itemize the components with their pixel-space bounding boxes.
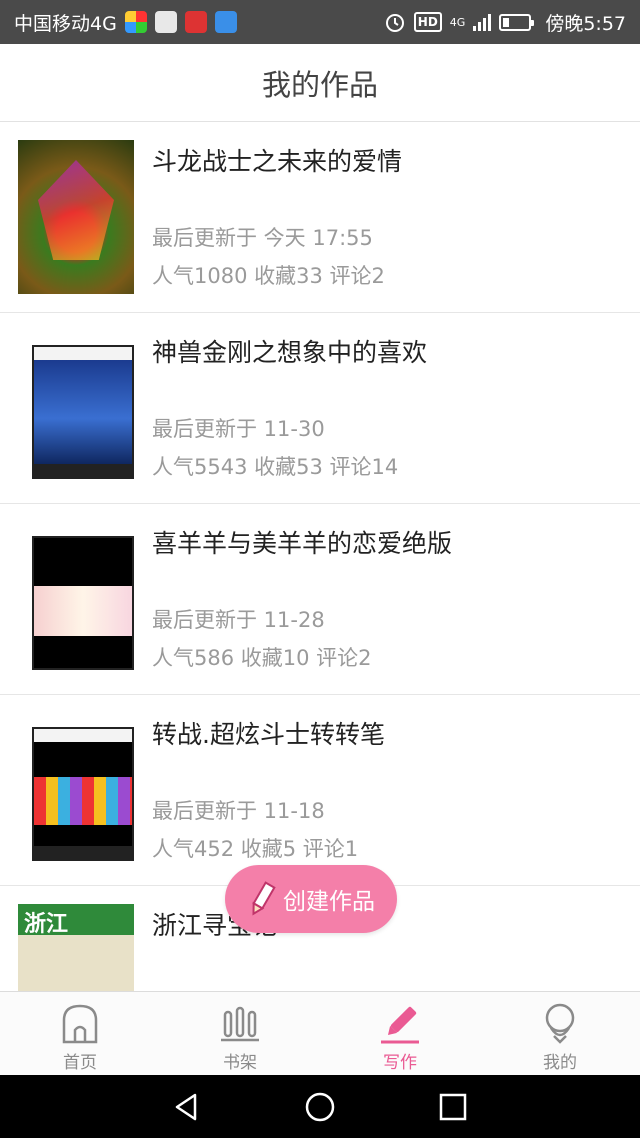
profile-icon xyxy=(538,1000,582,1046)
work-cover xyxy=(18,331,134,485)
work-updated: 最后更新于 今天 17:55 xyxy=(152,226,373,250)
work-item[interactable]: 神兽金刚之想象中的喜欢 最后更新于 11-30 人气5543 收藏53 评论14 xyxy=(0,313,640,504)
work-updated: 最后更新于 11-18 xyxy=(152,799,325,823)
recents-button[interactable] xyxy=(433,1087,473,1127)
work-cover xyxy=(18,713,134,867)
tab-bookshelf[interactable]: 书架 xyxy=(160,992,320,1075)
work-updated: 最后更新于 11-28 xyxy=(152,608,325,632)
work-title: 神兽金刚之想象中的喜欢 xyxy=(152,338,428,367)
system-nav-bar xyxy=(0,1075,640,1138)
bookshelf-icon xyxy=(218,1000,262,1046)
message-notification-icon xyxy=(184,11,207,33)
tab-label: 我的 xyxy=(543,1053,577,1073)
work-stats: 人气1080 收藏33 评论2 xyxy=(152,264,385,288)
calendar-notification-icon xyxy=(154,11,177,33)
pen-icon xyxy=(378,1000,422,1046)
back-icon xyxy=(175,1093,196,1120)
work-item[interactable]: 斗龙战士之未来的爱情 最后更新于 今天 17:55 人气1080 收藏33 评论… xyxy=(0,122,640,313)
hd-icon: HD xyxy=(413,12,442,32)
battery-icon xyxy=(499,13,535,31)
pencil-icon xyxy=(252,881,276,916)
tab-writing[interactable]: 写作 xyxy=(320,992,480,1075)
work-cover xyxy=(18,904,134,991)
tab-home[interactable]: 首页 xyxy=(0,992,160,1075)
create-work-label: 创建作品 xyxy=(283,889,375,915)
work-title: 浙江寻宝记 xyxy=(152,911,278,940)
work-title: 斗龙战士之未来的爱情 xyxy=(152,147,403,176)
back-button[interactable] xyxy=(167,1087,207,1127)
work-updated: 最后更新于 11-30 xyxy=(152,417,325,441)
tab-label: 写作 xyxy=(383,1053,417,1073)
bottom-tab-bar: 首页 书架 写作 我的 xyxy=(0,991,640,1075)
work-stats: 人气586 收藏10 评论2 xyxy=(152,646,372,670)
page-title: 我的作品 xyxy=(261,67,378,102)
carrier-label: 中国移动4G xyxy=(14,12,117,35)
signal-icon xyxy=(473,13,492,31)
work-cover xyxy=(18,140,134,294)
work-stats: 人气5543 收藏53 评论14 xyxy=(152,455,399,479)
home-icon xyxy=(58,1000,102,1046)
tab-profile[interactable]: 我的 xyxy=(480,992,640,1075)
works-list: 斗龙战士之未来的爱情 最后更新于 今天 17:55 人气1080 收藏33 评论… xyxy=(0,122,640,991)
work-title: 喜羊羊与美羊羊的恋爱绝版 xyxy=(152,529,453,558)
network-label: 4G xyxy=(449,15,466,29)
recents-icon xyxy=(440,1093,467,1120)
work-cover xyxy=(18,522,134,676)
work-title: 转战.超炫斗士转转笔 xyxy=(152,720,385,749)
clock-label: 傍晚5:57 xyxy=(545,12,626,35)
work-item[interactable]: 喜羊羊与美羊羊的恋爱绝版 最后更新于 11-28 人气586 收藏10 评论2 xyxy=(0,504,640,695)
home-button[interactable] xyxy=(300,1087,340,1127)
tab-label: 首页 xyxy=(63,1053,97,1073)
work-item[interactable]: 转战.超炫斗士转转笔 最后更新于 11-18 人气452 收藏5 评论1 xyxy=(0,695,640,886)
page-header: 我的作品 xyxy=(0,44,640,122)
work-stats: 人气452 收藏5 评论1 xyxy=(152,837,359,861)
home-circle-icon xyxy=(305,1092,335,1121)
app-notification-icon xyxy=(124,11,147,33)
status-bar: 中国移动4G HD 4G 傍晚5:57 xyxy=(0,0,640,44)
browser-notification-icon xyxy=(214,11,237,33)
alarm-icon xyxy=(385,14,404,32)
create-work-button[interactable]: 创建作品 xyxy=(225,865,397,933)
tab-label: 书架 xyxy=(223,1053,257,1073)
